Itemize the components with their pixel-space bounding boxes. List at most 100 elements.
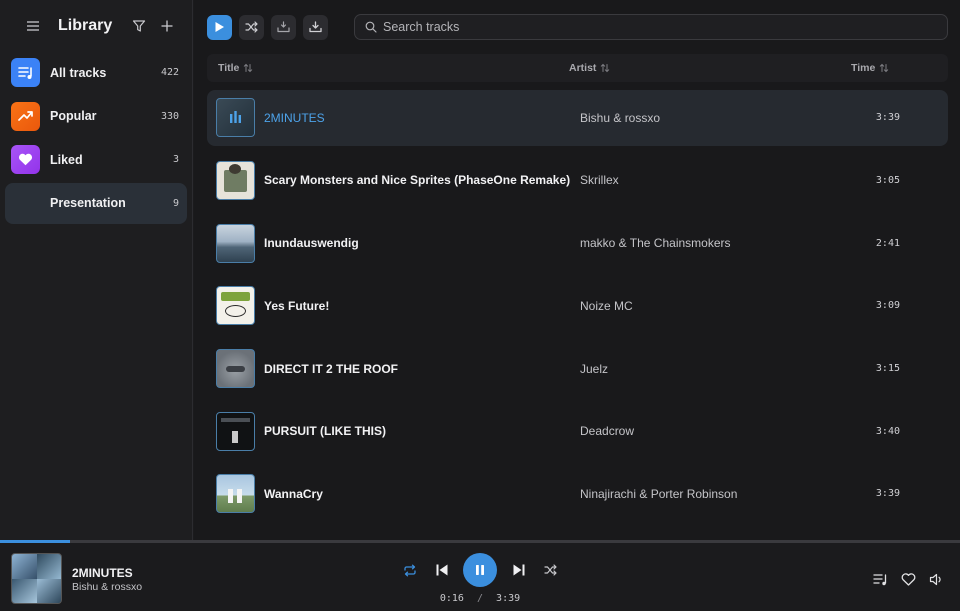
filter-icon[interactable]: [128, 15, 150, 37]
track-list-panel: Title Artist Time 2MINUTES Bishu & rossx…: [194, 0, 960, 540]
queue-button[interactable]: [870, 569, 890, 589]
track-duration: 3:39: [875, 112, 900, 124]
track-artwork: [216, 349, 255, 388]
table-row[interactable]: WannaCry Ninajirachi & Porter Robinson 3…: [207, 466, 948, 522]
search-box[interactable]: [354, 14, 948, 40]
track-title: WannaCry: [264, 486, 323, 501]
sidebar-item-all-tracks[interactable]: All tracks 422: [5, 52, 187, 93]
track-artwork: [216, 286, 255, 326]
track-artwork: [216, 223, 255, 263]
repeat-icon: [404, 564, 416, 576]
track-artwork: [216, 160, 255, 200]
track-duration: 3:15: [875, 363, 900, 374]
heart-icon: [901, 572, 915, 586]
track-title: PURSUIT (LIKE THIS): [264, 424, 386, 439]
elapsed-time: 0:16: [439, 593, 464, 604]
column-label: Artist: [569, 62, 597, 74]
now-playing-artist: Bishu & rossxo: [72, 581, 143, 593]
total-time: 3:39: [496, 593, 521, 604]
volume-icon: [929, 573, 941, 585]
track-artist: Juelz: [580, 361, 609, 376]
like-button[interactable]: [898, 569, 918, 589]
repeat-button[interactable]: [400, 560, 420, 580]
play-all-button[interactable]: [207, 14, 232, 40]
skip-forward-icon: [513, 564, 524, 576]
sort-icon: [244, 63, 253, 73]
track-title: Yes Future!: [264, 298, 330, 313]
track-artist: Skrillex: [580, 173, 619, 188]
table-header: Title Artist Time: [207, 54, 948, 82]
table-row[interactable]: 2MINUTES Bishu & rossxo 3:39: [207, 90, 948, 146]
search-icon: [365, 21, 377, 33]
now-playing-title: 2MINUTES: [72, 566, 133, 580]
track-duration: 2:41: [875, 237, 900, 249]
tray-icon: [277, 21, 290, 33]
shuffle-button[interactable]: [540, 560, 560, 580]
volume-button[interactable]: [926, 569, 946, 589]
now-playing-artwork: [11, 553, 62, 604]
column-label: Time: [851, 62, 876, 74]
track-artist: Noize MC: [580, 298, 633, 313]
sidebar: Library All tracks 422 Popular 330 Liked…: [0, 0, 193, 540]
shuffle-icon: [245, 21, 258, 33]
sidebar-item-popular[interactable]: Popular 330: [5, 96, 187, 137]
playing-bars-icon: [217, 99, 254, 137]
player-extra-controls: [862, 569, 946, 589]
library-title: Library: [58, 17, 113, 34]
time-readout: 0:16 / 3:39: [420, 593, 540, 604]
add-icon[interactable]: [156, 15, 178, 37]
pause-icon: [476, 565, 484, 575]
sidebar-list: All tracks 422 Popular 330 Liked 3 Prese…: [0, 52, 192, 224]
column-header-title[interactable]: Title: [207, 62, 569, 74]
toolbar: [194, 0, 960, 54]
sidebar-item-liked[interactable]: Liked 3: [5, 139, 187, 180]
sidebar-item-label: Presentation: [50, 196, 126, 210]
trending-up-icon: [11, 101, 40, 131]
menu-icon[interactable]: [22, 15, 44, 37]
sidebar-item-label: Liked: [50, 152, 83, 167]
next-button[interactable]: [509, 560, 529, 580]
download-button[interactable]: [303, 14, 328, 40]
table-row[interactable]: Inundauswendig makko & The Chainsmokers …: [207, 215, 948, 271]
sidebar-item-presentation[interactable]: Presentation 9: [5, 182, 187, 224]
track-title: DIRECT IT 2 THE ROOF: [264, 361, 399, 376]
track-artist: Bishu & rossxo: [580, 110, 661, 125]
track-artwork: [216, 411, 255, 451]
column-header-time[interactable]: Time: [849, 62, 948, 74]
track-artwork: [216, 98, 255, 138]
track-artist: makko & The Chainsmokers: [580, 236, 731, 251]
column-header-artist[interactable]: Artist: [569, 62, 849, 74]
sidebar-item-count: 9: [172, 197, 179, 209]
track-title: 2MINUTES: [264, 110, 325, 125]
play-icon: [215, 22, 224, 32]
playback-controls: [400, 553, 560, 587]
shuffle-all-button[interactable]: [239, 14, 264, 40]
table-row[interactable]: Yes Future! Noize MC 3:09: [207, 278, 948, 334]
playlist-cover: [11, 189, 40, 218]
track-artist: Ninajirachi & Porter Robinson: [580, 486, 738, 501]
playlist-icon: [11, 58, 40, 87]
track-duration: 3:40: [875, 425, 900, 437]
sidebar-header: Library: [0, 0, 192, 52]
download-icon: [309, 21, 322, 33]
sidebar-item-count: 422: [160, 67, 179, 78]
track-title: Scary Monsters and Nice Sprites (PhaseOn…: [264, 173, 571, 188]
sidebar-item-label: All tracks: [50, 65, 107, 80]
pause-button[interactable]: [463, 553, 497, 587]
player-bar: 2MINUTES Bishu & rossxo 0:16 / 3:39: [0, 543, 960, 611]
import-button[interactable]: [271, 14, 296, 40]
track-title: Inundauswendig: [264, 236, 359, 251]
track-duration: 3:05: [875, 174, 900, 186]
table-row[interactable]: PURSUIT (LIKE THIS) Deadcrow 3:40: [207, 403, 948, 459]
sort-icon: [880, 63, 889, 73]
search-input[interactable]: [383, 20, 937, 34]
queue-icon: [872, 573, 886, 585]
heart-icon: [11, 145, 40, 174]
sidebar-item-count: 3: [172, 154, 179, 165]
table-row[interactable]: Scary Monsters and Nice Sprites (PhaseOn…: [207, 153, 948, 209]
table-row[interactable]: DIRECT IT 2 THE ROOF Juelz 3:15: [207, 341, 948, 397]
previous-button[interactable]: [432, 560, 452, 580]
skip-back-icon: [436, 564, 447, 576]
track-duration: 3:09: [875, 300, 900, 312]
sidebar-item-count: 330: [160, 110, 179, 122]
